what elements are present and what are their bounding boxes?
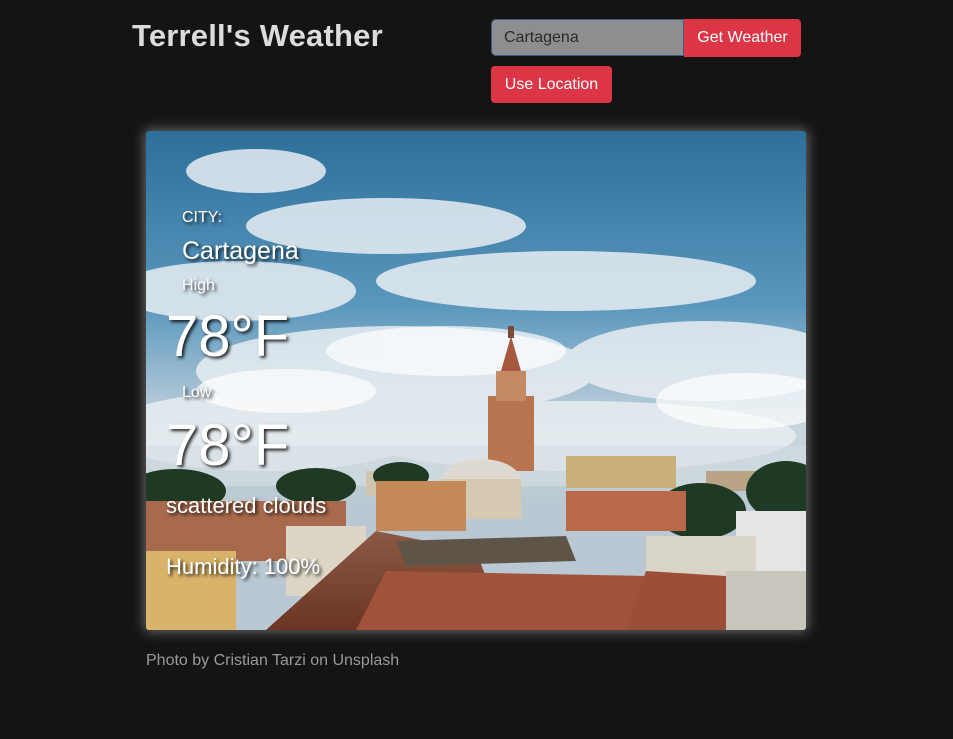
photo-credit: Photo by Cristian Tarzi on Unsplash: [146, 652, 400, 669]
high-label: High: [182, 277, 215, 294]
get-weather-button[interactable]: Get Weather: [684, 19, 801, 57]
app-title: Terrell's Weather: [132, 18, 383, 53]
weather-overlay: CITY: Cartagena High 78°F Low 78°F scatt…: [146, 131, 806, 630]
weather-description: scattered clouds: [166, 493, 327, 518]
high-temperature: 78°F: [166, 304, 290, 369]
city-search-input[interactable]: [491, 19, 684, 56]
weather-card: CITY: Cartagena High 78°F Low 78°F scatt…: [146, 131, 806, 630]
city-label: CITY:: [182, 209, 223, 226]
low-label: Low: [182, 384, 212, 401]
low-temperature: 78°F: [166, 413, 290, 478]
humidity-reading: Humidity: 100%: [166, 554, 321, 579]
city-name: Cartagena: [182, 237, 299, 265]
use-location-button[interactable]: Use Location: [491, 66, 612, 103]
